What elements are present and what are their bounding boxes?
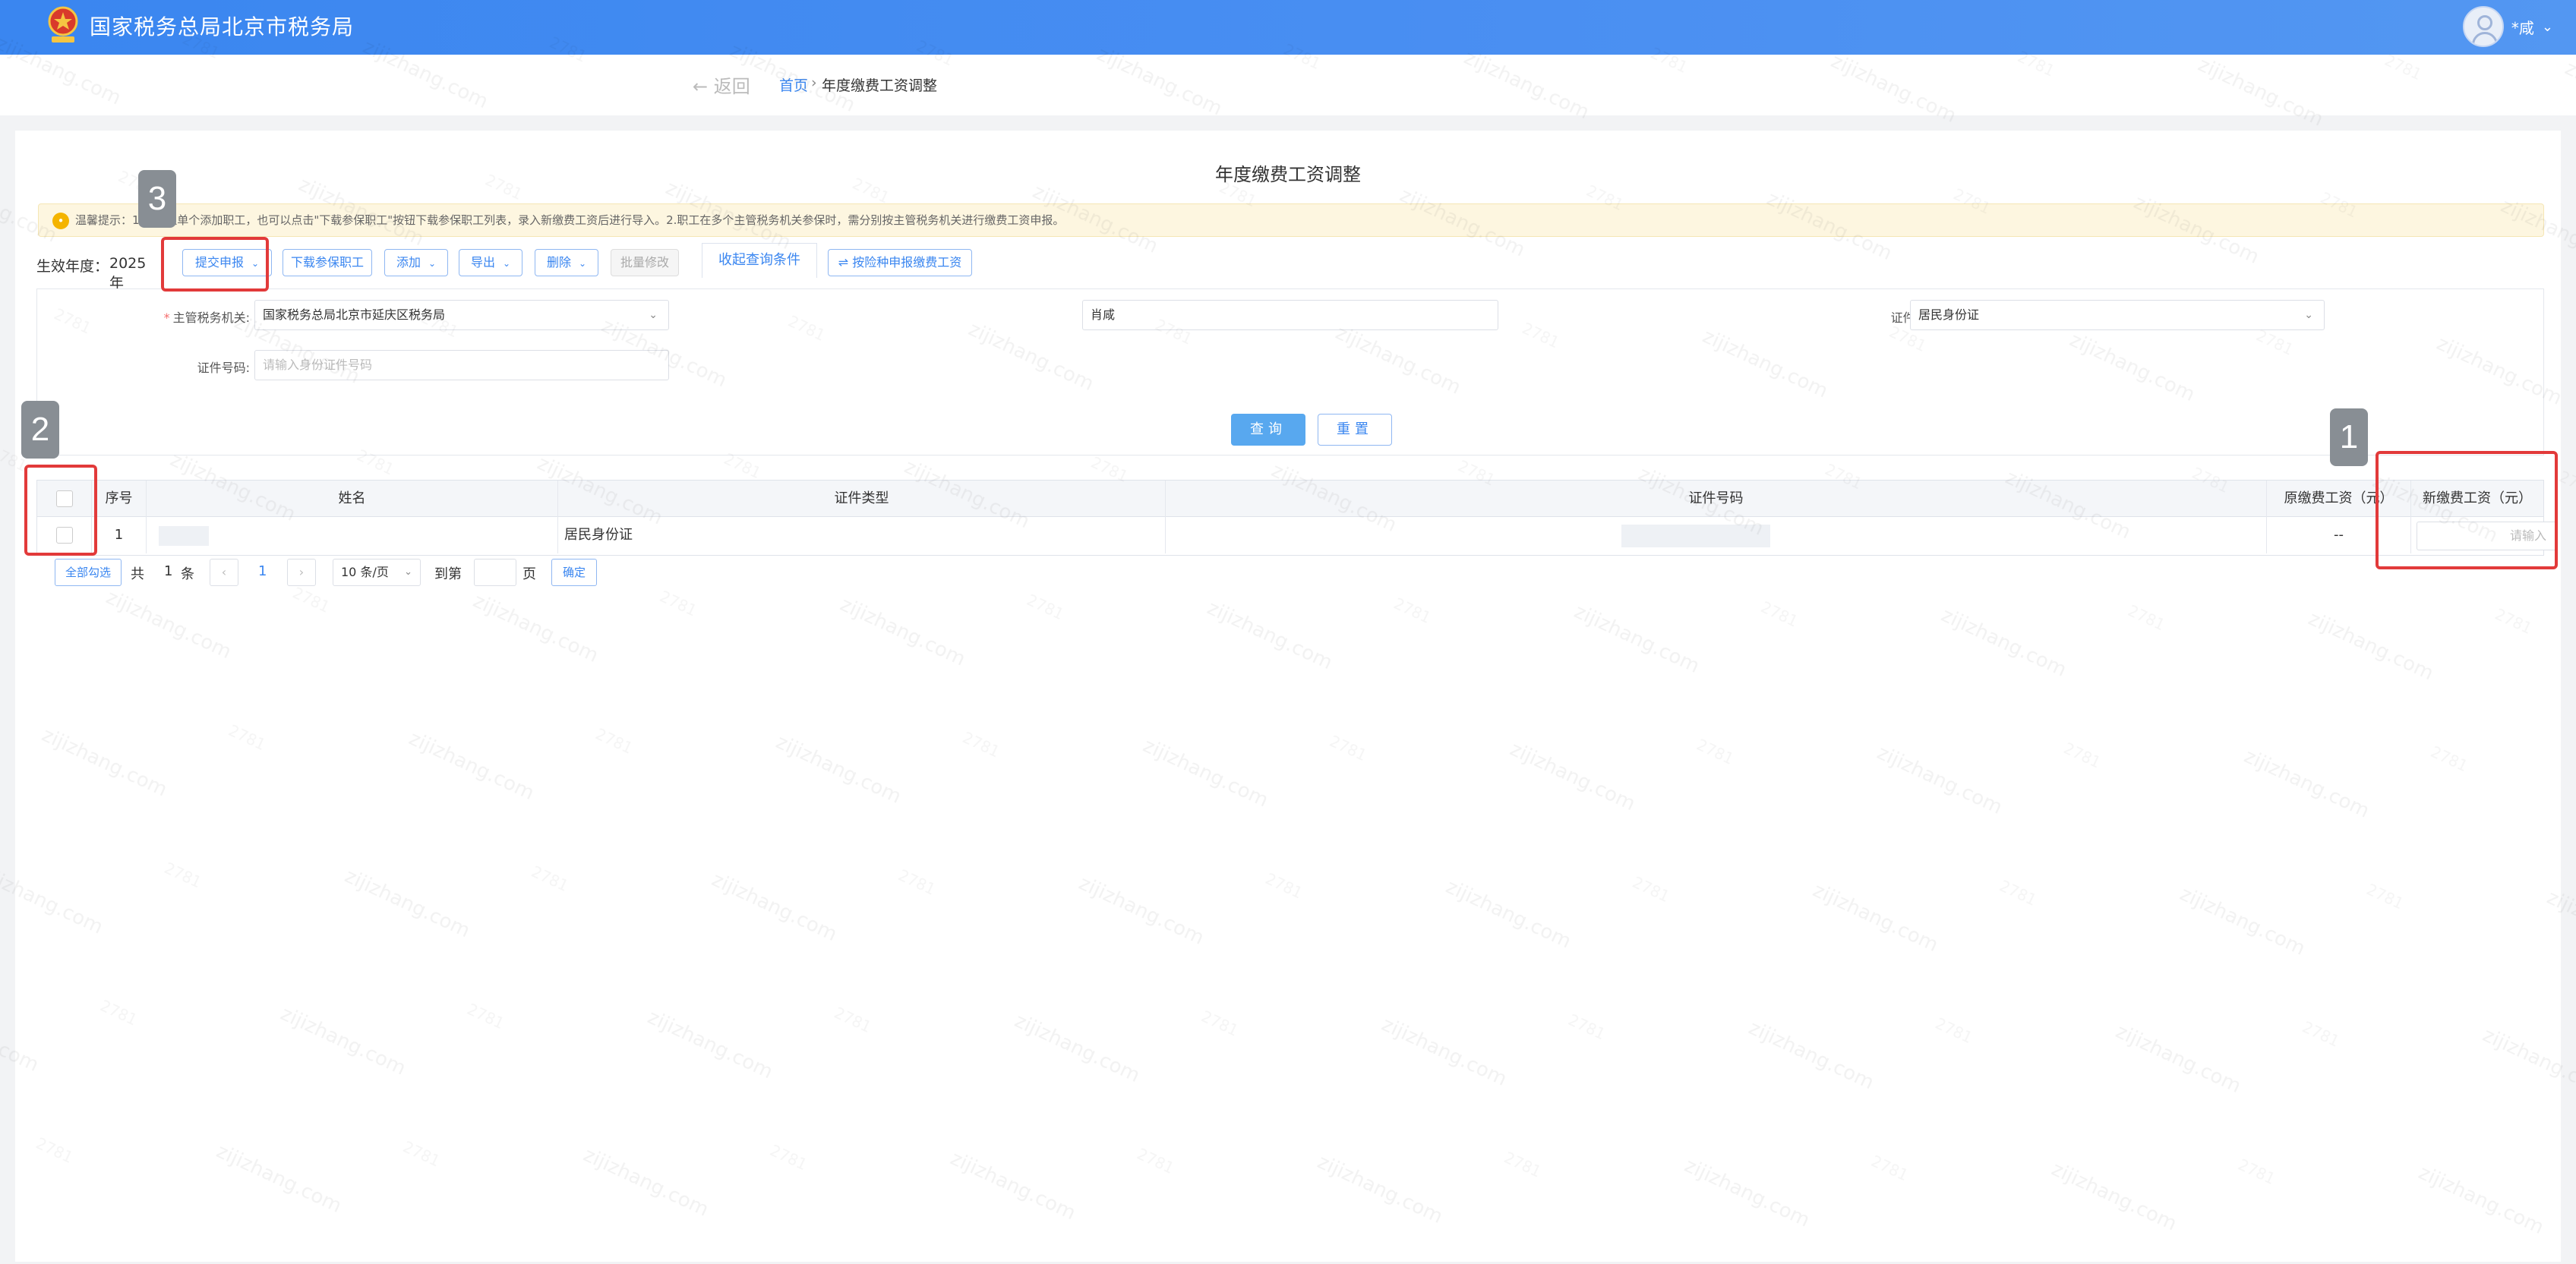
chevron-down-icon[interactable]: ⌄ [2542,19,2553,35]
user-menu[interactable]: *咸 ⌄ [2462,6,2553,47]
next-page-button[interactable]: › [287,559,316,586]
year-value: 2025年 [109,255,147,292]
annotation-box-1 [2376,451,2558,569]
page-size-value: 10 条/页 [341,565,389,579]
delete-button[interactable]: 删除 ⌄ [535,249,598,276]
chevron-down-icon: ⌄ [578,258,587,269]
query-button[interactable]: 查询 [1231,414,1305,446]
export-label: 导出 [470,255,495,270]
breadcrumb-home[interactable]: 首页 [779,74,808,95]
col-index: 序号 [92,481,147,517]
prev-page-button[interactable]: ‹ [210,559,238,586]
wage-table: 序号 姓名 证件类型 证件号码 原缴费工资（元） 新缴费工资（元） 1 居民身份… [36,480,2558,556]
tax-authority-label: * 主管税务机关: [163,310,250,325]
total-count: 1 [164,563,173,579]
row-index: 1 [92,517,147,553]
redacted-name [159,526,209,546]
page-size-select[interactable]: 10 条/页 ⌄ [333,559,421,586]
page-title: 年度缴费工资调整 [1215,164,1361,185]
annotation-box-2 [24,465,97,556]
tip-banner: • 温馨提示：1.您可以单个添加职工，也可以点击"下载参保职工"按钮下载参保职工… [38,203,2544,237]
breadcrumb-separator: › [811,74,817,91]
col-name: 姓名 [147,481,558,517]
total-prefix: 共 [131,566,144,582]
goto-suffix: 页 [522,566,536,582]
id-type-select[interactable]: 居民身份证 ⌄ [1910,300,2325,330]
chevron-down-icon: ⌄ [649,309,658,321]
chevron-down-icon: ⌄ [502,258,511,269]
chevron-down-icon: ⌄ [2304,309,2313,321]
batch-edit-button[interactable]: 批量修改 [611,249,679,276]
total-suffix: 条 [181,566,194,582]
reset-button[interactable]: 重置 [1318,414,1392,446]
annotation-label-2: 2 [21,401,59,459]
chevron-down-icon: ⌄ [428,258,437,269]
tax-emblem-icon [48,6,78,43]
row-id-type: 居民身份证 [558,517,1166,553]
back-link[interactable]: ← 返回 [693,71,750,98]
top-header: 国家税务总局北京市税务局 *咸 ⌄ [0,0,2576,55]
avatar-icon[interactable] [2462,6,2504,47]
id-number-label: 证件号码: [197,361,250,375]
annotation-label-3: 3 [138,170,176,228]
breadcrumb-current: 年度缴费工资调整 [822,77,938,94]
delete-label: 删除 [546,255,571,270]
main-card: 年度缴费工资调整 • 温馨提示：1.您可以单个添加职工，也可以点击"下载参保职工… [15,131,2561,1262]
user-name[interactable]: *咸 [2511,16,2534,38]
goto-label: 到第 [434,566,462,582]
add-button[interactable]: 添加 ⌄ [384,249,448,276]
year-label: 生效年度： [36,258,109,275]
query-panel: *主管税务机关: 国家税务总局北京市延庆区税务局⌄ 姓名: 肖咸 证件类型: 居… [36,288,2544,455]
breadcrumb: ← 返回 首页 › 年度缴费工资调整 [0,55,2576,115]
tax-authority-value: 国家税务总局北京市延庆区税务局 [263,307,446,322]
col-id-type: 证件类型 [558,481,1166,517]
goto-confirm-button[interactable]: 确定 [551,559,597,586]
smile-icon: • [52,213,69,229]
goto-page-input[interactable] [474,559,516,586]
site-title: 国家税务总局北京市税务局 [90,14,355,39]
redacted-id-number [1621,525,1770,547]
annotation-label-1: 1 [2330,408,2368,466]
name-input[interactable]: 肖咸 [1082,300,1498,330]
tip-text: 温馨提示：1.您可以单个添加职工，也可以点击"下载参保职工"按钮下载参保职工列表… [75,213,1065,227]
col-id-number: 证件号码 [1166,481,2267,517]
chevron-down-icon: ⌄ [404,566,412,578]
tax-authority-select[interactable]: 国家税务总局北京市延庆区税务局 ⌄ [254,300,669,330]
download-staff-button[interactable]: 下载参保职工 [283,249,372,276]
switch-insurance-mode-button[interactable]: ⇌ 按险种申报缴费工资 [828,249,972,276]
id-number-input[interactable]: 请输入身份证件号码 [254,350,669,380]
export-button[interactable]: 导出 ⌄ [459,249,522,276]
annotation-box-3 [161,237,269,292]
id-type-value: 居民身份证 [1918,307,1980,322]
tab-collapse-query[interactable]: 收起查询条件 [702,243,817,278]
current-page[interactable]: 1 [258,563,267,579]
select-all-button[interactable]: 全部勾选 [55,559,122,586]
add-label: 添加 [396,255,421,270]
